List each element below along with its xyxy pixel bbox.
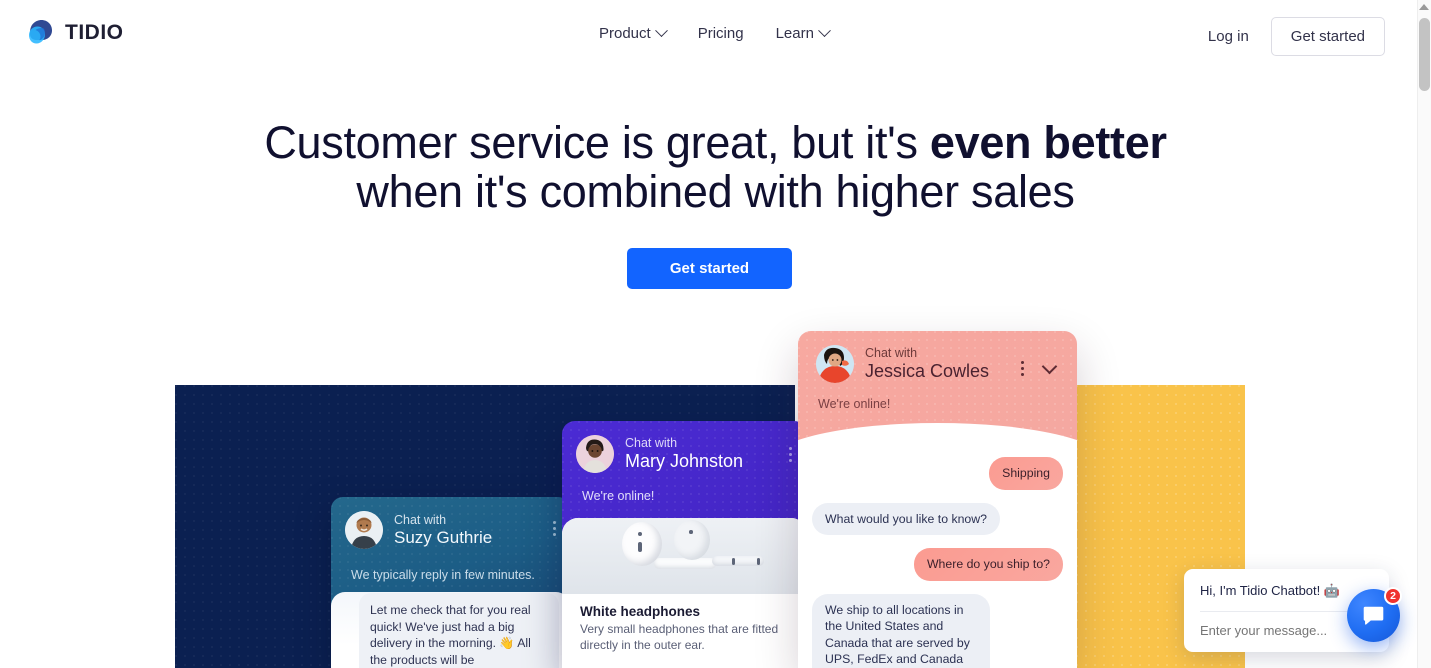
chat-status-mary: We're online!	[582, 489, 655, 503]
chat-message: Shipping	[989, 457, 1063, 490]
chevron-down-icon	[818, 24, 831, 38]
hero-title-part2: when it's combined with higher sales	[356, 166, 1075, 217]
login-link[interactable]: Log in	[1208, 28, 1249, 45]
avatar	[576, 435, 614, 473]
chat-launcher-button[interactable]: 2	[1347, 587, 1402, 642]
chat-status-suzy: We typically reply in few minutes.	[351, 568, 535, 582]
product-description: Very small headphones that are fitted di…	[580, 622, 779, 652]
chat-header-jessica: Chat with Jessica Cowles We're online!	[798, 331, 1077, 469]
scroll-up-arrow-icon[interactable]	[1419, 4, 1429, 10]
brand-name: TIDIO	[65, 21, 124, 44]
nav-item-product[interactable]: Product	[598, 22, 668, 45]
brand-logo[interactable]: TIDIO	[26, 19, 124, 47]
nav-label-pricing: Pricing	[697, 25, 744, 42]
chat-card-jessica[interactable]: Chat with Jessica Cowles We're online! S…	[798, 331, 1077, 668]
chat-header-mary: Chat with Mary Johnston	[562, 421, 807, 473]
nav-item-pricing[interactable]: Pricing	[697, 22, 745, 45]
main-navigation: Product Pricing Learn	[598, 22, 831, 45]
page-root: TIDIO Product Pricing Learn Log in Get s…	[0, 0, 1431, 668]
chat-bubble-icon	[1363, 606, 1384, 625]
nav-item-learn[interactable]: Learn	[775, 22, 831, 45]
nav-label-product: Product	[599, 25, 651, 42]
page-title: Customer service is great, but it's even…	[246, 118, 1186, 216]
product-title: White headphones	[580, 604, 701, 619]
chat-message: What would you like to know?	[812, 502, 1000, 535]
page-scrollbar[interactable]	[1417, 0, 1431, 668]
hero-get-started-button[interactable]: Get started	[627, 248, 792, 289]
unread-badge: 2	[1384, 587, 1402, 605]
chevron-down-icon	[654, 24, 668, 38]
chat-message-suzy: Let me check that for you real quick! We…	[359, 593, 559, 668]
more-options-icon[interactable]	[553, 521, 556, 536]
widget-message-input[interactable]	[1200, 623, 1373, 638]
chat-status-jessica: We're online!	[818, 397, 891, 411]
product-card-mary: White headphones Very small headphones t…	[562, 518, 807, 668]
headphones-image	[562, 518, 807, 594]
tidio-logo-icon	[26, 19, 56, 47]
chat-name-jessica: Jessica Cowles	[865, 361, 990, 381]
header-actions: Log in Get started	[1208, 17, 1385, 56]
nav-label-learn: Learn	[775, 25, 814, 42]
chat-header-suzy: Chat with Suzy Guthrie	[331, 497, 570, 549]
hero-title-part1: Customer service is great, but it's	[264, 117, 930, 168]
chat-with-label-mary: Chat with	[625, 436, 678, 450]
hero-title-bold: even better	[929, 117, 1167, 168]
chat-name-suzy: Suzy Guthrie	[394, 527, 493, 547]
chat-header-icons	[1021, 358, 1058, 376]
chat-name-mary: Mary Johnston	[625, 451, 744, 471]
chat-message: We ship to all locations in the United S…	[812, 593, 990, 668]
chat-card-suzy[interactable]: Chat with Suzy Guthrie We typically repl…	[331, 497, 570, 668]
chat-card-mary[interactable]: Chat with Mary Johnston We're online! Wh…	[562, 421, 807, 668]
chat-messages-jessica: Shipping What would you like to know? Wh…	[798, 443, 1077, 668]
avatar	[345, 511, 383, 549]
scrollbar-thumb[interactable]	[1419, 18, 1430, 91]
chat-with-label-jessica: Chat with	[865, 346, 918, 360]
header-get-started-button[interactable]: Get started	[1270, 17, 1385, 56]
chat-message: Where do you ship to?	[913, 548, 1063, 581]
more-options-icon[interactable]	[789, 447, 792, 462]
site-header: TIDIO Product Pricing Learn Log in Get s…	[0, 0, 1417, 68]
chat-with-label-suzy: Chat with	[394, 512, 447, 527]
minimize-chevron-icon[interactable]	[1041, 358, 1058, 375]
avatar	[816, 345, 854, 383]
more-options-icon[interactable]	[1021, 361, 1024, 376]
